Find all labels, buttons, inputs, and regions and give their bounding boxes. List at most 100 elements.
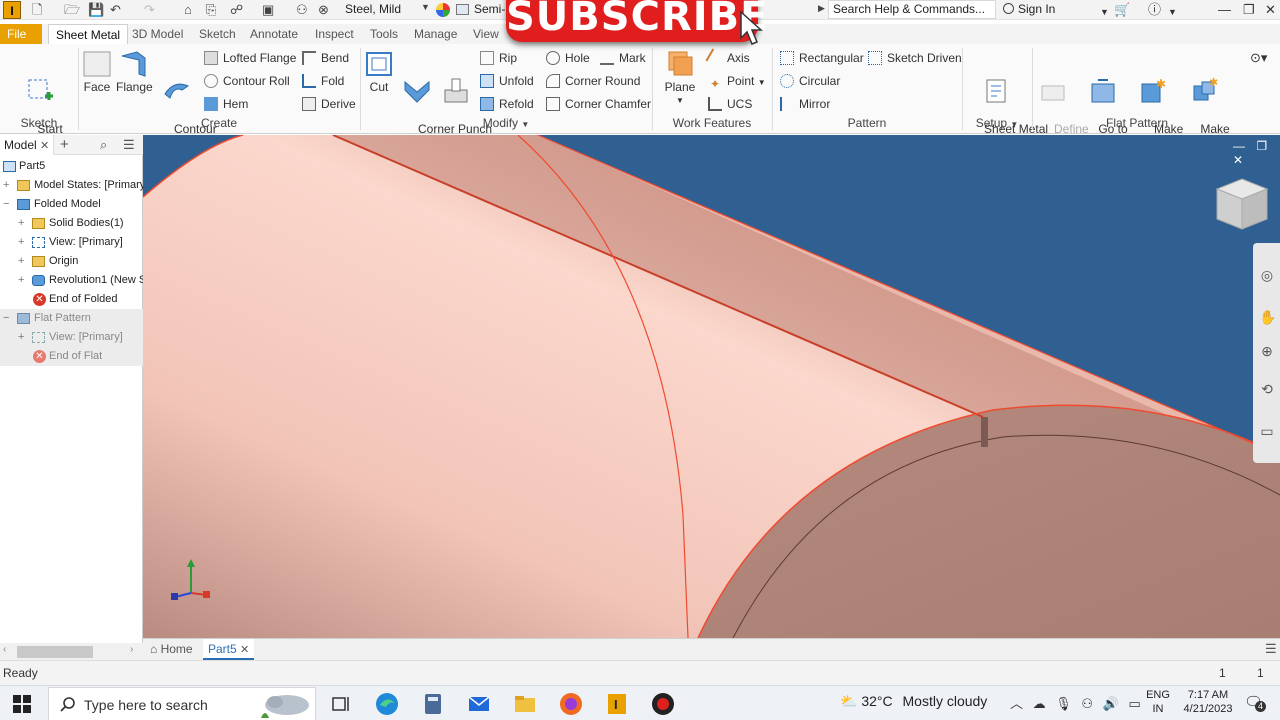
add-tab-icon[interactable]: + (60, 135, 69, 155)
tree-item-flat-pattern[interactable]: − Flat Pattern (0, 309, 143, 328)
expand-icon[interactable]: + (18, 328, 24, 347)
circular-pattern-button[interactable]: Circular (780, 73, 840, 89)
sign-in-button[interactable]: Sign In (1003, 1, 1055, 18)
minimize-icon[interactable]: — (1233, 139, 1245, 153)
look-at-icon[interactable]: ▭ (1259, 423, 1275, 439)
viewcube[interactable] (1215, 177, 1269, 233)
tree-item-view[interactable]: + View: [Primary] (0, 233, 143, 252)
expand-icon[interactable]: + (18, 233, 24, 252)
tree-item-part[interactable]: Part5 (0, 157, 143, 176)
redo-icon[interactable]: ↷ (144, 2, 155, 18)
menu-icon[interactable]: ☰ (123, 135, 135, 155)
tab-manage[interactable]: Manage (407, 24, 464, 44)
panel-setup-label[interactable]: Setup ▼ (962, 116, 1032, 130)
show-hidden-icons-icon[interactable]: ︿ (1010, 696, 1023, 711)
material-select[interactable]: Steel, Mild (339, 1, 431, 18)
collapse-icon[interactable]: − (3, 309, 9, 328)
scroll-left-icon[interactable]: ‹ (3, 644, 6, 655)
cart-icon[interactable]: 🛒 (1114, 1, 1130, 18)
weather-widget[interactable]: ⛅ 32°C Mostly cloudy (840, 693, 987, 710)
part-model-render[interactable] (143, 135, 1280, 638)
chevron-down-icon[interactable]: ▼ (421, 2, 430, 12)
point-button[interactable]: ✦ Point ▼ (708, 73, 766, 91)
zoom-icon[interactable]: ⊕ (1259, 343, 1275, 359)
app-logo[interactable]: I (3, 1, 21, 19)
mark-button[interactable]: Mark (600, 50, 646, 66)
derive-button[interactable]: Derive (302, 96, 356, 112)
hole-button[interactable]: Hole (546, 50, 590, 66)
windows-start-icon[interactable] (12, 694, 32, 714)
graphics-viewport[interactable]: — ❐ ✕ ◎ ✋ ⊕ ⟲ ▭ (143, 135, 1280, 638)
rip-button[interactable]: Rip (480, 50, 517, 66)
file-explorer-icon[interactable] (512, 691, 538, 717)
microphone-icon[interactable]: 🎙 (1055, 696, 1072, 711)
inventor-app-icon[interactable]: I (604, 691, 630, 717)
material-clear-icon[interactable]: ⊗ (318, 2, 329, 18)
close-icon[interactable]: ✕ (40, 140, 49, 152)
steering-wheel-icon[interactable]: ◎ (1259, 267, 1275, 283)
close-icon[interactable]: ✕ (1265, 1, 1276, 18)
home-icon[interactable]: ⌂ (184, 2, 192, 18)
tree-item-revolution[interactable]: + Revolution1 (New Solid) (0, 271, 143, 290)
minimize-icon[interactable]: — (1218, 1, 1231, 18)
tab-part[interactable]: Part5 ✕ (203, 639, 255, 660)
tree-item-model-states[interactable]: + Model States: [Primary] (0, 176, 143, 195)
appearance-ball-icon[interactable] (436, 3, 450, 17)
undo-icon[interactable]: ↶ (110, 2, 121, 18)
rectangular-pattern-button[interactable]: Rectangular (780, 50, 864, 66)
hem-button[interactable]: Hem (204, 96, 248, 112)
expand-icon[interactable]: + (18, 271, 24, 290)
unfold-button[interactable]: Unfold (480, 73, 534, 89)
help-dropdown-icon[interactable]: ▼ (1168, 4, 1177, 21)
volume-icon[interactable]: 🔊 (1103, 696, 1119, 711)
tree-item-origin[interactable]: + Origin (0, 252, 143, 271)
tab-annotate[interactable]: Annotate (243, 24, 305, 44)
new-file-icon[interactable]: 🗋 (32, 2, 42, 18)
orbit-icon[interactable]: ⟲ (1259, 381, 1275, 397)
contour-roll-button[interactable]: Contour Roll (204, 73, 290, 89)
task-view-icon[interactable] (328, 691, 354, 717)
ribbon-options-icon[interactable]: ⊙▾ (1250, 50, 1267, 66)
pan-icon[interactable]: ✋ (1259, 309, 1276, 325)
subscribe-overlay-banner[interactable]: SUBSCRIBE (506, 0, 767, 42)
corner-round-button[interactable]: Corner Round (546, 73, 640, 89)
tab-view[interactable]: View (466, 24, 506, 44)
fold-button[interactable]: Fold (302, 73, 344, 89)
mail-icon[interactable] (466, 691, 492, 717)
select-icon[interactable]: ☍ (230, 2, 243, 18)
bend-button[interactable]: Bend (302, 50, 349, 66)
help-icon[interactable]: ⓘ (1148, 1, 1161, 18)
flange-button[interactable]: Flange (116, 48, 153, 94)
refold-button[interactable]: Refold (480, 96, 534, 112)
tree-item-end-of-folded[interactable]: ✕ End of Folded (0, 290, 143, 309)
search-icon[interactable]: ⌕ (100, 135, 107, 155)
save-icon[interactable]: 💾 (88, 2, 104, 18)
onedrive-icon[interactable]: ☁ (1033, 696, 1046, 711)
open-icon[interactable]: 🗁 (64, 2, 80, 18)
help-search-input[interactable]: Search Help & Commands... (828, 0, 996, 19)
lofted-flange-button[interactable]: Lofted Flange (204, 50, 296, 66)
close-icon[interactable]: ✕ (1233, 153, 1243, 167)
tree-item-folded-model[interactable]: − Folded Model (0, 195, 143, 214)
tab-3d-model[interactable]: 3D Model (125, 24, 190, 44)
calculator-icon[interactable] (420, 691, 446, 717)
return-icon[interactable]: ⎘ (206, 2, 216, 18)
update-icon[interactable]: ▣ (262, 2, 274, 18)
tab-tools[interactable]: Tools (363, 24, 405, 44)
tab-home[interactable]: ⌂ Home (145, 639, 198, 660)
collapse-icon[interactable]: − (3, 195, 9, 214)
expand-icon[interactable]: + (18, 214, 24, 233)
clock[interactable]: 7:17 AM 4/21/2023 (1180, 688, 1236, 716)
tree-item-solid-bodies[interactable]: + Solid Bodies(1) (0, 214, 143, 233)
taskbar-search-input[interactable]: Type here to search (48, 687, 316, 720)
expand-icon[interactable]: + (18, 252, 24, 271)
notifications-button[interactable]: 🗨 4 (1244, 693, 1266, 713)
battery-icon[interactable]: ▭ (1129, 696, 1141, 711)
tree-item-flat-view[interactable]: + View: [Primary] (0, 328, 143, 347)
plane-button[interactable]: Plane ▼ (662, 48, 698, 108)
language-indicator[interactable]: ENG IN (1146, 688, 1170, 716)
firefox-icon[interactable] (558, 691, 584, 717)
search-expand-icon[interactable]: ▶ (818, 3, 825, 14)
tab-sketch[interactable]: Sketch (192, 24, 243, 44)
tree-item-end-of-flat[interactable]: ✕ End of Flat (0, 347, 143, 366)
